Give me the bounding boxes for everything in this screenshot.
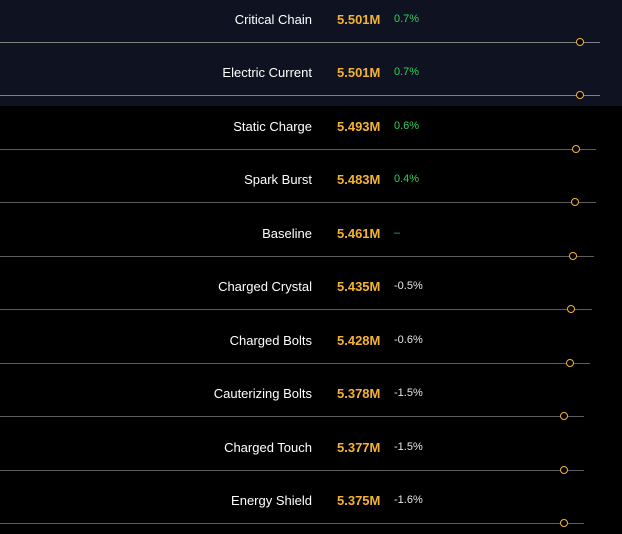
item-name: Cauterizing Bolts [213,386,312,401]
item-value: 5.428M [337,333,381,348]
item-value: 5.461M [337,226,381,241]
item-percent-change: -1.5% [394,441,423,453]
value-marker [576,91,584,99]
range-line [0,523,584,524]
value-marker [560,412,568,420]
value-marker [567,305,575,313]
value-marker [576,38,584,46]
item-name: Baseline [262,226,312,241]
range-line [0,470,584,471]
item-name: Electric Current [222,65,312,80]
range-line [0,149,596,150]
range-line [0,363,590,364]
item-name: Charged Bolts [229,333,312,348]
item-value: 5.378M [337,386,381,401]
item-percent-change: 0.7% [394,13,420,25]
list-item[interactable]: Electric Current 5.501M 0.7% [0,53,622,106]
item-name: Static Charge [233,119,312,134]
item-name: Critical Chain [234,12,312,27]
range-line [0,256,594,257]
range-line [0,42,600,43]
item-percent-change: -1.6% [394,494,423,506]
list-item[interactable]: Cauterizing Bolts 5.378M -1.5% [0,374,622,427]
item-percent-change: -0.6% [394,334,423,346]
range-line [0,416,584,417]
list-item[interactable]: Charged Touch 5.377M -1.5% [0,428,622,481]
item-value: 5.435M [337,279,381,294]
list-item[interactable]: Energy Shield 5.375M -1.6% [0,481,622,534]
value-marker [569,252,577,260]
item-value: 5.493M [337,119,381,134]
list-item[interactable]: Spark Burst 5.483M 0.4% [0,160,622,213]
item-value: 5.375M [337,493,381,508]
list-item[interactable]: Charged Bolts 5.428M -0.6% [0,321,622,374]
item-name: Charged Crystal [218,279,312,294]
item-value: 5.501M [337,65,381,80]
range-line [0,309,592,310]
range-line [0,95,600,96]
list-item[interactable]: Baseline 5.461M – [0,214,622,267]
value-marker [566,359,574,367]
item-percent-change: 0.7% [394,66,420,78]
value-marker [572,145,580,153]
list-item[interactable]: Critical Chain 5.501M 0.7% [0,0,622,53]
value-marker [560,466,568,474]
item-name: Energy Shield [231,493,312,508]
value-marker [560,519,568,527]
item-name: Charged Touch [224,440,312,455]
item-percent-change: 0.4% [394,173,420,185]
list-item[interactable]: Static Charge 5.493M 0.6% [0,107,622,160]
item-value: 5.483M [337,172,381,187]
item-name: Spark Burst [244,172,312,187]
results-list: Critical Chain 5.501M 0.7% Electric Curr… [0,0,622,531]
item-percent-change: – [394,227,401,239]
range-line [0,202,596,203]
item-percent-change: 0.6% [394,120,420,132]
item-value: 5.501M [337,12,381,27]
item-percent-change: -1.5% [394,387,423,399]
value-marker [571,198,579,206]
item-percent-change: -0.5% [394,280,423,292]
item-value: 5.377M [337,440,381,455]
list-item[interactable]: Charged Crystal 5.435M -0.5% [0,267,622,320]
